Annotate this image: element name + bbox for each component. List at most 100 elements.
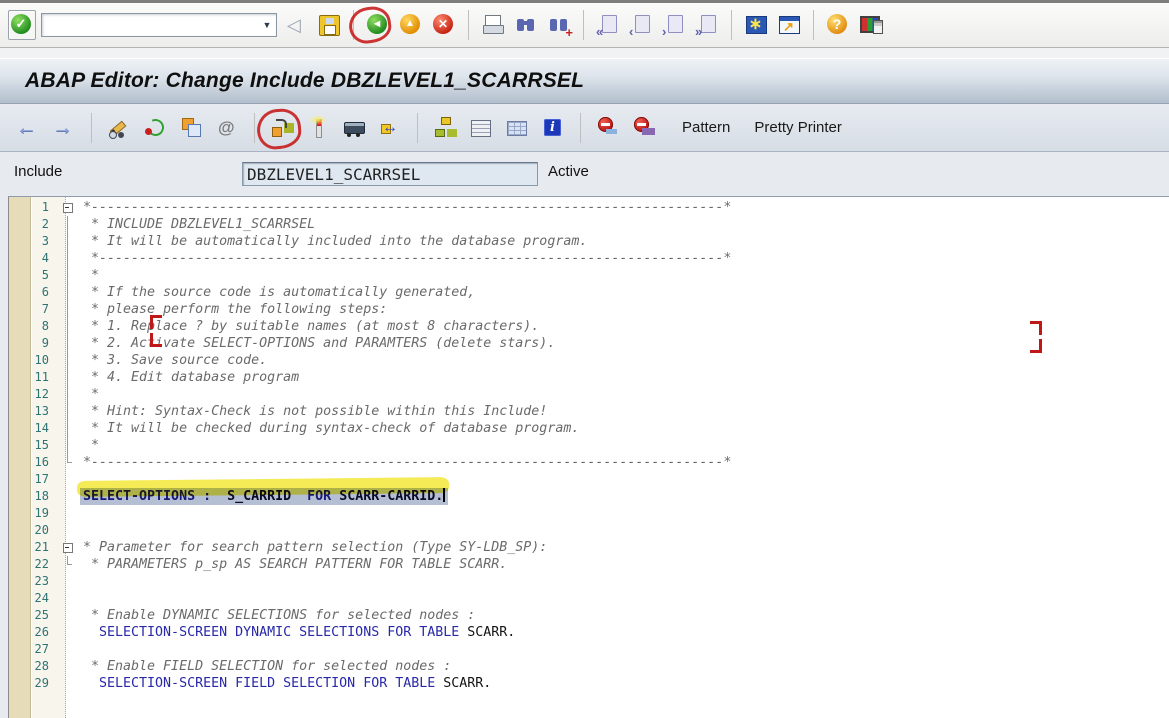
table-display-button[interactable] — [503, 113, 531, 143]
activate-button[interactable] — [304, 113, 332, 143]
customize-layout-icon — [859, 12, 883, 38]
code-line-29[interactable]: 29 SELECTION-SCREEN FIELD SELECTION FOR … — [9, 675, 1169, 692]
fold-marker-line — [58, 301, 80, 318]
code-line-11[interactable]: 11 * 4. Edit database program — [9, 369, 1169, 386]
fold-marker-end — [58, 556, 80, 573]
fold-gutter — [58, 590, 80, 607]
pretty-printer-button[interactable]: Pretty Printer — [754, 119, 842, 136]
line-number: 4 — [41, 251, 49, 265]
code-text: *---------------------------------------… — [83, 200, 732, 215]
code-line-22[interactable]: 22 * PARAMETERS p_sp AS SEARCH PATTERN F… — [9, 556, 1169, 573]
code-editor[interactable]: 1 *--------------------------------------… — [8, 196, 1169, 718]
object-list-icon — [469, 115, 493, 141]
find-icon — [514, 12, 538, 38]
code-line-13[interactable]: 13 * Hint: Syntax-Check is not possible … — [9, 403, 1169, 420]
fold-marker-box[interactable] — [58, 539, 80, 556]
code-lines: 1 *--------------------------------------… — [9, 199, 1169, 692]
last-page-button[interactable] — [693, 10, 721, 40]
code-text: *---------------------------------------… — [83, 251, 732, 266]
help-button[interactable] — [824, 10, 852, 40]
breakpoint-screen-icon — [596, 115, 620, 141]
direct-processing-button[interactable] — [340, 113, 368, 143]
toolbar-separator — [580, 112, 581, 143]
new-session-button[interactable] — [742, 10, 770, 40]
code-line-8[interactable]: 8 * 1. Replace ? by suitable names (at m… — [9, 318, 1169, 335]
create-shortcut-button[interactable] — [775, 10, 803, 40]
code-line-5[interactable]: 5 * — [9, 267, 1169, 284]
code-line-6[interactable]: 6 * If the source code is automatically … — [9, 284, 1169, 301]
code-line-15[interactable]: 15 * — [9, 437, 1169, 454]
info-button[interactable] — [539, 113, 567, 143]
fold-gutter — [58, 624, 80, 641]
code-line-2[interactable]: 2 * INCLUDE DBZLEVEL1_SCARRSEL — [9, 216, 1169, 233]
refresh-button[interactable] — [141, 113, 169, 143]
line-number: 16 — [34, 455, 49, 469]
code-line-10[interactable]: 10 * 3. Save source code. — [9, 352, 1169, 369]
exit-button[interactable] — [397, 10, 425, 40]
find-button[interactable] — [512, 10, 540, 40]
line-number: 29 — [34, 676, 49, 690]
navigation-button[interactable] — [376, 113, 404, 143]
back-nav-button[interactable] — [364, 10, 392, 40]
code-line-23[interactable]: 23 — [9, 573, 1169, 590]
object-hierarchy-button[interactable] — [431, 113, 459, 143]
enter-button[interactable] — [8, 10, 36, 40]
code-line-24[interactable]: 24 — [9, 590, 1169, 607]
code-line-26[interactable]: 26 SELECTION-SCREEN DYNAMIC SELECTIONS F… — [9, 624, 1169, 641]
code-line-1[interactable]: 1 *--------------------------------------… — [9, 199, 1169, 216]
find-next-button[interactable] — [545, 10, 573, 40]
code-text: * — [83, 268, 100, 283]
code-line-19[interactable]: 19 — [9, 505, 1169, 522]
command-field[interactable] — [42, 15, 258, 35]
code-text: SELECTION-SCREEN DYNAMIC SELECTIONS FOR … — [83, 625, 516, 640]
save-button[interactable] — [315, 10, 343, 40]
fold-marker-line — [58, 284, 80, 301]
line-number: 19 — [34, 506, 49, 520]
fold-marker-end — [58, 454, 80, 471]
code-line-28[interactable]: 28 * Enable FIELD SELECTION for selected… — [9, 658, 1169, 675]
code-text: *---------------------------------------… — [83, 455, 732, 470]
code-text: * It will be checked during syntax-check… — [83, 421, 580, 436]
code-text: * — [83, 387, 100, 402]
shortcut-icon — [777, 12, 801, 38]
code-line-9[interactable]: 9 * 2. Activate SELECT-OPTIONS and PARAM… — [9, 335, 1169, 352]
first-page-button[interactable] — [594, 10, 622, 40]
fold-marker-box[interactable] — [58, 199, 80, 216]
previous-page-button[interactable] — [627, 10, 655, 40]
code-line-27[interactable]: 27 — [9, 641, 1169, 658]
syntax-check-button[interactable] — [268, 113, 296, 143]
code-line-25[interactable]: 25 * Enable DYNAMIC SELECTIONS for selec… — [9, 607, 1169, 624]
nav-back-button[interactable] — [14, 113, 42, 143]
breakpoint-button[interactable] — [594, 113, 622, 143]
code-text: * 2. Activate SELECT-OPTIONS and PARAMTE… — [83, 336, 556, 351]
back-button[interactable] — [282, 10, 310, 40]
code-line-21[interactable]: 21 * Parameter for search pattern selecti… — [9, 539, 1169, 556]
code-line-18[interactable]: 18 SELECT-OPTIONS : S_CARRID FOR SCARR-CA… — [9, 477, 1169, 505]
cancel-button[interactable] — [430, 10, 458, 40]
nav-forward-button[interactable] — [50, 113, 78, 143]
include-field[interactable] — [242, 162, 538, 186]
line-number: 17 — [34, 472, 49, 486]
pattern-button[interactable]: Pattern — [682, 119, 730, 136]
code-line-4[interactable]: 4 *-------------------------------------… — [9, 250, 1169, 267]
cancel-icon — [432, 12, 456, 38]
code-text: * 4. Edit database program — [83, 370, 300, 385]
object-list-button[interactable] — [467, 113, 495, 143]
display-change-button[interactable] — [105, 113, 133, 143]
code-line-17[interactable]: 17 — [9, 471, 1169, 488]
customize-layout-button[interactable] — [857, 10, 885, 40]
copy-button[interactable] — [177, 113, 205, 143]
print-button[interactable] — [479, 10, 507, 40]
code-line-16[interactable]: 16 *-------------------------------------… — [9, 454, 1169, 471]
code-line-12[interactable]: 12 * — [9, 386, 1169, 403]
code-line-3[interactable]: 3 * It will be automatically included in… — [9, 233, 1169, 250]
code-line-14[interactable]: 14 * It will be checked during syntax-ch… — [9, 420, 1169, 437]
navigation-icon — [378, 115, 402, 141]
chevron-down-icon[interactable]: ▼ — [258, 20, 276, 30]
other-object-button[interactable] — [213, 113, 241, 143]
code-line-7[interactable]: 7 * please perform the following steps: — [9, 301, 1169, 318]
next-page-button[interactable] — [660, 10, 688, 40]
code-line-20[interactable]: 20 — [9, 522, 1169, 539]
session-breakpoint-button[interactable] — [630, 113, 658, 143]
